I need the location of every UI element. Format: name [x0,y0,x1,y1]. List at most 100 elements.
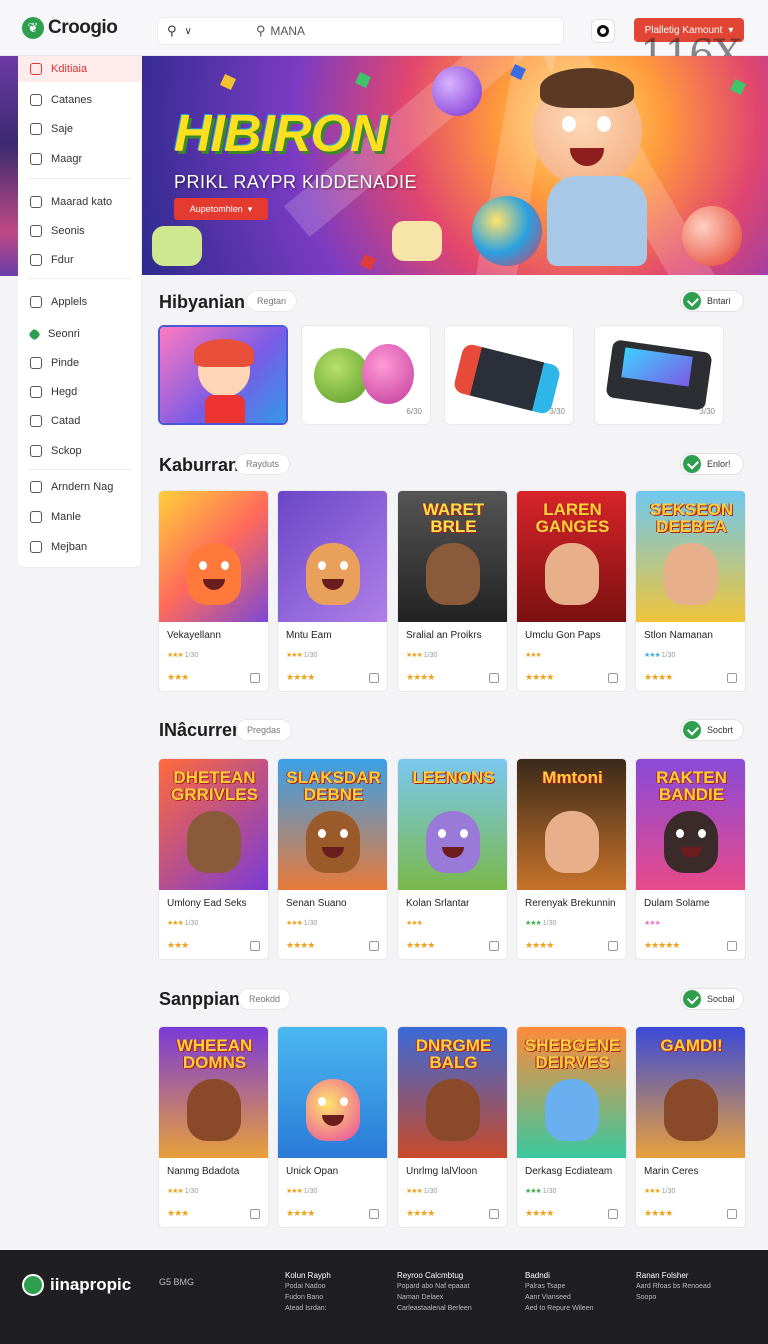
footer-link[interactable]: Popard abo Naf epaaat [397,1281,472,1292]
search-icon[interactable]: ⚲ [167,23,177,39]
sidebar-item-manle[interactable]: Manle [18,504,142,530]
card-checkbox[interactable] [608,673,618,683]
section-action-button[interactable]: Enlor! [680,453,744,475]
star-icon: ★★★ [286,920,303,927]
card-checkbox[interactable] [250,941,260,951]
game-card[interactable]: Unick Opan ★★★ 1/30 ★★★★ [277,1026,388,1228]
sidebar-item-catad[interactable]: Catad [18,408,142,434]
section-tag[interactable]: Regtan [246,290,298,312]
game-card[interactable]: RAKTEN BANDIE Dulam Solame ★★★ ★★★★★ [635,758,746,960]
game-card[interactable]: WHEEAN DOMNS Nanmg Bdadota ★★★ 1/30 ★★★ [158,1026,269,1228]
section-action-button[interactable]: Bntari [680,290,744,312]
sidebar-item-kditiaia[interactable]: Kditiaia [18,56,142,82]
game-meta-text: 1/30 [661,1188,676,1195]
notification-button[interactable] [591,19,615,43]
card-checkbox[interactable] [250,1209,260,1219]
game-card[interactable]: WARET BRLE Sralial an Proikrs ★★★ 1/30 ★… [397,490,508,692]
section-tag[interactable]: Reokdd [238,988,292,1010]
game-meta: ★★★ [644,919,661,927]
card-checkbox[interactable] [727,941,737,951]
sidebar-item-seonis[interactable]: Seonis [18,218,142,244]
game-meta-text: 1/30 [184,920,199,927]
footer-link[interactable]: Aard Rfoas bs Renoead [636,1281,711,1292]
product-tile[interactable]: 3/30 [444,325,574,425]
brand-logo[interactable]: ❦ Croogio [22,17,118,39]
game-card[interactable]: SHEBGENE DEIRVES Derkasg Ecdiateam ★★★ 1… [516,1026,627,1228]
character-eye-art [562,116,576,132]
card-checkbox[interactable] [727,673,737,683]
game-card[interactable]: DNRGME BALG Unrlmg IalVloon ★★★ 1/30 ★★★… [397,1026,508,1228]
sidebar-item-catanes[interactable]: Catanes [18,87,142,113]
home-icon [30,63,42,75]
game-card[interactable]: LEENONS Kolan Srlantar ★★★ ★★★★ [397,758,508,960]
brand-name: Croogio [48,17,118,38]
sidebar-item-maagr[interactable]: Maagr [18,146,142,172]
game-card[interactable]: SLAKSDAR DEBNE Senan Suano ★★★ 1/30 ★★★★ [277,758,388,960]
footer-link[interactable]: Atead Isrdan: [285,1303,331,1314]
game-art-title: DNRGME BALG [415,1036,492,1072]
card-checkbox[interactable] [369,673,379,683]
game-card[interactable]: GAMDI! Marin Ceres ★★★ 1/30 ★★★★ [635,1026,746,1228]
sidebar-item-hegd[interactable]: Hegd [18,379,142,405]
brand-leaf-icon [22,1274,44,1296]
sidebar-item-fdur[interactable]: Fdur [18,247,142,273]
card-checkbox[interactable] [727,1209,737,1219]
card-checkbox[interactable] [489,941,499,951]
search-bar[interactable]: ⚲ ∨ ⚲ [157,17,564,45]
game-card[interactable]: Mmtoni Rerenyak Brekunnin ★★★ 1/30 ★★★★ [516,758,627,960]
card-checkbox[interactable] [250,673,260,683]
game-card[interactable]: DHETEAN GRRIVLES Umlony Ead Seks ★★★ 1/3… [158,758,269,960]
hero-cta-button[interactable]: Aupetomhlen ▾ [174,198,268,220]
game-art-title: SEKSEON DEEBEA [649,500,734,536]
character-shirt-art [205,395,245,423]
footer-link[interactable]: Palras Tsape [525,1281,593,1292]
sidebar-item-arndern-nag[interactable]: Arndern Nag [18,474,142,500]
product-tile[interactable]: 3/30 [594,325,724,425]
sidebar-item-saje[interactable]: Saje [18,116,142,142]
section-tag[interactable]: Rayduts [235,453,291,475]
footer-brand[interactable]: iinapropic [22,1274,131,1296]
search-input[interactable] [270,24,471,38]
section-action-button[interactable]: Socbrt [680,719,744,741]
section-tag[interactable]: Pregdas [236,719,292,741]
footer-link[interactable]: Aed to Repure Wileen [525,1303,593,1314]
card-checkbox[interactable] [608,1209,618,1219]
footer-link[interactable]: Aanr Vianseed [525,1292,593,1303]
sidebar-item-maarad-kato[interactable]: Maarad kato [18,189,142,215]
card-checkbox[interactable] [608,941,618,951]
game-card[interactable]: Vekayellann ★★★ 1/30 ★★★ [158,490,269,692]
game-card[interactable]: Mntu Eam ★★★ 1/30 ★★★★ [277,490,388,692]
game-art-title: GAMDI! [660,1036,723,1055]
footer-link[interactable]: Fudon Bano [285,1292,331,1303]
sidebar-item-sckop[interactable]: Sckop [18,438,142,464]
check-icon [683,990,701,1008]
footer-link[interactable]: Soopo [636,1292,711,1303]
sidebar-item-applels[interactable]: Applels [18,289,142,315]
section-action-button[interactable]: Socbal [680,988,744,1010]
sidebar-item-mejban[interactable]: Mejban [18,534,142,560]
ball-art [682,206,742,266]
character-eye-art [438,829,446,838]
product-tile[interactable]: 6/30 [301,325,431,425]
footer-link[interactable]: Podai Nadoo [285,1281,331,1292]
sidebar-item-seonri[interactable]: Seonri [18,321,142,347]
game-card[interactable]: SEKSEON DEEBEA Stlon Namanan ★★★ 1/30 ★★… [635,490,746,692]
footer-link[interactable]: Carleastaalenal Berleen [397,1303,472,1314]
hero-banner[interactable]: HIBIRON PRIKL RAYPR KIDDENADIE Aupetomhl… [142,56,768,275]
star-icon: ★★★ [525,920,542,927]
card-checkbox[interactable] [489,673,499,683]
card-checkbox[interactable] [489,1209,499,1219]
game-card[interactable]: LAREN GANGES Umclu Gon Paps ★★★ ★★★★ [516,490,627,692]
card-checkbox[interactable] [369,1209,379,1219]
footer-column: Ranan Folsher Aard Rfoas bs Renoead Soop… [636,1270,711,1303]
game-meta: ★★★ 1/30 [406,651,437,659]
game-card-art: RAKTEN BANDIE [636,759,745,890]
footer-link[interactable]: Naman Delaex [397,1292,472,1303]
game-art-title: LEENONS [412,768,495,787]
sidebar-item-pinde[interactable]: Pinde [18,350,142,376]
product-tile[interactable] [158,325,288,425]
chevron-down-icon[interactable]: ∨ [185,26,192,37]
character-art [306,543,360,605]
document-icon [30,296,42,308]
card-checkbox[interactable] [369,941,379,951]
